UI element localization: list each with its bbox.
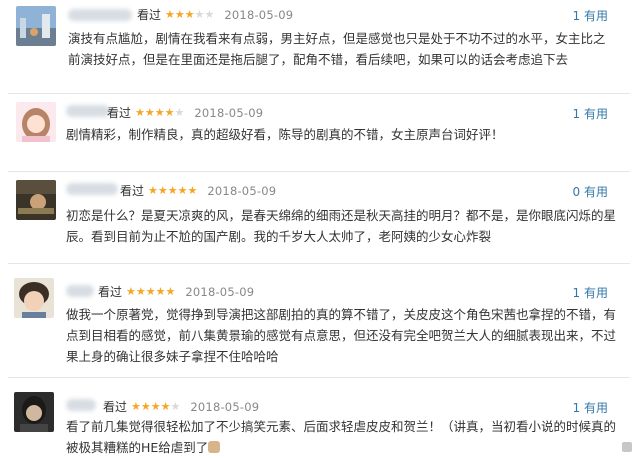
review-meta: 看过 ★ ★ ★ ★ ★ 2018-05-09 <box>103 398 259 415</box>
rated-label: 看过 <box>107 106 132 120</box>
star-icon: ★ <box>135 285 146 298</box>
user-avatar[interactable] <box>14 278 54 318</box>
review-meta: 看过 ★ ★ ★ ★ ★ 2018-05-09 <box>120 182 276 199</box>
star-icon: ★ <box>164 106 175 119</box>
star-icon: ★ <box>126 285 136 298</box>
review-text: 演技有点尴尬，剧情在我看来有点弱，男主好点，但是感觉也只是处于不功不过的水平，女… <box>68 31 606 67</box>
emoji-icon <box>208 441 221 453</box>
star-icon: ★ <box>170 400 181 413</box>
rated-label: 看过 <box>137 8 162 22</box>
star-icon: ★ <box>154 106 165 119</box>
user-avatar[interactable] <box>16 6 56 46</box>
review-text: 初恋是什么？是夏天凉爽的风，是春天绵绵的细雨还是秋天高挂的明月？都不是，是你眼底… <box>66 208 617 244</box>
star-icon: ★ <box>174 8 185 21</box>
star-icon: ★ <box>150 400 161 413</box>
user-avatar[interactable] <box>16 180 56 220</box>
useful-vote-button[interactable]: 0 有用 <box>573 183 608 200</box>
review-item: 看过 ★ ★ ★ ★ ★ 2018-05-09 1 有用 演技有点尴尬，剧情在我… <box>0 0 640 92</box>
star-icon: ★ <box>187 184 198 197</box>
useful-vote-button[interactable]: 1 有用 <box>573 7 608 24</box>
review-item: 看过 ★ ★ ★ ★ ★ 2018-05-09 1 有用 做我一个原著党，觉得挣… <box>0 264 640 376</box>
review-item: 看过 ★ ★ ★ ★ ★ 2018-05-09 0 有用 初恋是什么？是夏天凉爽… <box>0 172 640 262</box>
review-date: 2018-05-09 <box>207 183 277 198</box>
user-avatar[interactable] <box>16 102 56 142</box>
star-icon: ★ <box>155 285 166 298</box>
rating-stars: ★ ★ ★ ★ ★ <box>165 8 214 21</box>
star-icon: ★ <box>157 184 168 197</box>
star-icon: ★ <box>167 184 178 197</box>
star-icon: ★ <box>135 106 145 119</box>
review-text: 剧情精彩，制作精良，真的超级好看，陈导的剧真的不错，女主原声台词好评！ <box>66 127 504 142</box>
username-blurred[interactable] <box>68 9 132 21</box>
rated-label: 看过 <box>103 400 128 414</box>
useful-vote-button[interactable]: 1 有用 <box>573 105 608 122</box>
username-blurred[interactable] <box>66 399 96 411</box>
rated-label: 看过 <box>98 285 123 299</box>
star-icon: ★ <box>148 184 158 197</box>
rating-stars: ★ ★ ★ ★ ★ <box>126 285 175 298</box>
review-item: 看过 ★ ★ ★ ★ ★ 2018-05-09 1 有用 剧情精彩，制作精良，真… <box>0 94 640 170</box>
useful-vote-button[interactable]: 1 有用 <box>573 284 608 301</box>
star-icon: ★ <box>145 285 156 298</box>
rated-label: 看过 <box>120 184 145 198</box>
username-blurred[interactable] <box>66 183 118 195</box>
scroll-indicator[interactable] <box>622 442 632 452</box>
review-date: 2018-05-09 <box>194 105 264 120</box>
username-blurred[interactable] <box>66 105 110 117</box>
review-meta: 看过 ★ ★ ★ ★ ★ 2018-05-09 <box>98 283 254 300</box>
star-icon: ★ <box>174 106 185 119</box>
star-icon: ★ <box>165 285 176 298</box>
rating-stars: ★ ★ ★ ★ ★ <box>131 400 180 413</box>
review-text-content: 看了前几集觉得很轻松加了不少搞笑元素、后面求轻虐皮皮和贺兰！（讲真，当初看小说的… <box>66 419 617 455</box>
star-icon: ★ <box>194 8 205 21</box>
user-avatar[interactable] <box>14 392 54 432</box>
rating-stars: ★ ★ ★ ★ ★ <box>148 184 197 197</box>
star-icon: ★ <box>160 400 171 413</box>
star-icon: ★ <box>165 8 175 21</box>
star-icon: ★ <box>177 184 188 197</box>
review-text: 做我一个原著党，觉得挣到导演把这部剧拍的真的算不错了，关皮皮这个角色宋茜也拿捏的… <box>66 307 617 364</box>
review-list: 看过 ★ ★ ★ ★ ★ 2018-05-09 1 有用 演技有点尴尬，剧情在我… <box>0 0 640 455</box>
username-blurred[interactable] <box>66 285 94 297</box>
review-meta: 看过 ★ ★ ★ ★ ★ 2018-05-09 <box>107 104 263 121</box>
star-icon: ★ <box>144 106 155 119</box>
star-icon: ★ <box>131 400 141 413</box>
review-date: 2018-05-09 <box>190 399 260 414</box>
useful-vote-button[interactable]: 1 有用 <box>573 399 608 416</box>
review-date: 2018-05-09 <box>185 284 255 299</box>
star-icon: ★ <box>204 8 215 21</box>
star-icon: ★ <box>184 8 195 21</box>
review-date: 2018-05-09 <box>224 7 294 22</box>
review-item: 看过 ★ ★ ★ ★ ★ 2018-05-09 1 有用 看了前几集觉得很轻松加… <box>0 378 640 455</box>
star-icon: ★ <box>140 400 151 413</box>
review-meta: 看过 ★ ★ ★ ★ ★ 2018-05-09 <box>137 6 293 23</box>
rating-stars: ★ ★ ★ ★ ★ <box>135 106 184 119</box>
